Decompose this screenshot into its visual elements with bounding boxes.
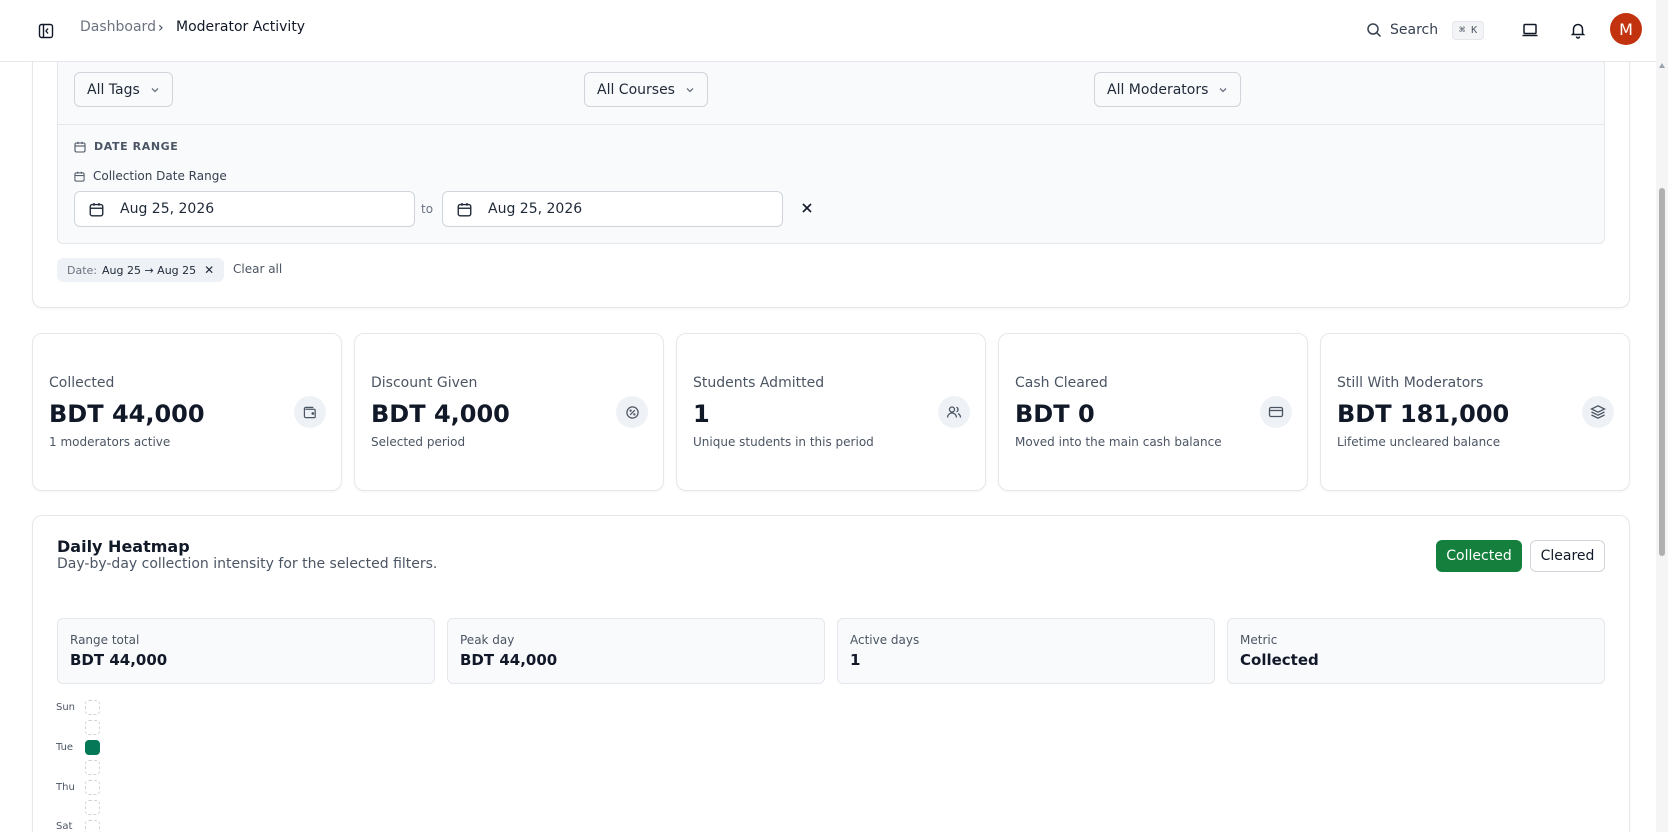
- day-label-sat: Sat: [56, 821, 73, 832]
- toggle-cleared-button[interactable]: Cleared: [1530, 540, 1605, 572]
- moderators-select[interactable]: All Moderators: [1094, 72, 1242, 107]
- search-shortcut: ⌘ K: [1452, 20, 1485, 40]
- summary-label: Metric: [1240, 633, 1278, 647]
- heatmap-cell[interactable]: [85, 820, 100, 832]
- summary-active-days: Active days 1: [837, 618, 1215, 684]
- date-to-label: to: [421, 202, 434, 216]
- heatmap-title: Daily Heatmap: [57, 537, 190, 556]
- stat-card-discount: Discount Given BDT 4,000 Selected period: [354, 333, 664, 491]
- calendar-icon: [457, 202, 472, 216]
- date-to-input[interactable]: Aug 25, 2026: [442, 191, 783, 227]
- laptop-icon[interactable]: [1520, 20, 1540, 40]
- heatmap-cell[interactable]: [85, 800, 100, 815]
- calendar-icon: [89, 202, 104, 216]
- stat-subtitle: Selected period: [371, 435, 466, 449]
- bell-icon[interactable]: [1568, 20, 1588, 40]
- layers-icon: [1582, 396, 1614, 428]
- stat-title: Cash Cleared: [1015, 375, 1108, 391]
- summary-value: BDT 44,000: [70, 651, 168, 669]
- stat-title: Discount Given: [371, 375, 478, 391]
- date-to-value: Aug 25, 2026: [488, 201, 583, 217]
- summary-metric: Metric Collected: [1227, 618, 1605, 684]
- stat-title: Still With Moderators: [1337, 375, 1484, 391]
- courses-select-label: All Courses: [597, 81, 675, 98]
- tags-select[interactable]: All Tags: [74, 72, 173, 107]
- summary-value: 1: [850, 651, 861, 669]
- moderators-select-label: All Moderators: [1107, 81, 1209, 98]
- search-label: Search: [1390, 22, 1439, 38]
- tags-select-label: All Tags: [87, 81, 140, 98]
- chip-value: Aug 25 → Aug 25: [102, 263, 197, 277]
- day-label-sun: Sun: [56, 702, 76, 713]
- stat-card-students: Students Admitted 1 Unique students in t…: [676, 333, 986, 491]
- clear-all-link[interactable]: Clear all: [233, 262, 282, 276]
- toggle-collected-button[interactable]: Collected: [1436, 540, 1522, 572]
- heatmap-cell-active[interactable]: [85, 740, 100, 755]
- date-range-heading: DATE RANGE: [74, 140, 178, 153]
- date-from-input[interactable]: Aug 25, 2026: [74, 191, 415, 227]
- heatmap-cell[interactable]: [85, 720, 100, 735]
- search-icon: [1367, 23, 1382, 38]
- summary-peak-day: Peak day BDT 44,000: [447, 618, 825, 684]
- stat-subtitle: Unique students in this period: [693, 435, 874, 449]
- date-range-label-text: Collection Date Range: [93, 169, 227, 183]
- day-label-tue: Tue: [56, 742, 74, 753]
- summary-value: BDT 44,000: [460, 651, 558, 669]
- stat-title: Collected: [49, 375, 115, 391]
- stat-value: BDT 0: [1015, 400, 1095, 428]
- heatmap-cell[interactable]: [85, 700, 100, 715]
- stat-card-cash-cleared: Cash Cleared BDT 0 Moved into the main c…: [998, 333, 1308, 491]
- breadcrumb-current: Moderator Activity: [176, 19, 306, 35]
- stat-card-collected: Collected BDT 44,000 1 moderators active: [32, 333, 342, 491]
- stat-subtitle: Moved into the main cash balance: [1015, 435, 1222, 449]
- stat-value: BDT 181,000: [1337, 400, 1510, 428]
- filter-divider: [58, 124, 1604, 125]
- stat-subtitle: 1 moderators active: [49, 435, 171, 449]
- avatar[interactable]: M: [1610, 13, 1642, 45]
- scroll-up-icon[interactable]: [1659, 63, 1665, 68]
- top-bar: Dashboard › Moderator Activity Search ⌘ …: [0, 0, 1656, 62]
- active-filter-chip: Date: Aug 25 → Aug 25 ✕: [57, 258, 225, 282]
- summary-label: Active days: [850, 633, 920, 647]
- summary-label: Peak day: [460, 633, 515, 647]
- heatmap-cell[interactable]: [85, 760, 100, 775]
- summary-value: Collected: [1240, 651, 1319, 669]
- sidebar-toggle-icon[interactable]: [36, 21, 56, 41]
- chevron-down-icon: [151, 87, 159, 92]
- scrollbar-thumb[interactable]: [1659, 188, 1665, 556]
- chip-key: Date:: [67, 263, 97, 277]
- search-button[interactable]: Search ⌘ K: [1366, 17, 1485, 43]
- stat-title: Students Admitted: [693, 375, 825, 391]
- stat-value: 1: [693, 400, 710, 428]
- stat-subtitle: Lifetime uncleared balance: [1337, 435, 1501, 449]
- chip-remove-icon[interactable]: ✕: [204, 263, 214, 277]
- day-label-thu: Thu: [56, 782, 75, 793]
- calendar-icon: [74, 141, 86, 153]
- date-from-value: Aug 25, 2026: [120, 201, 215, 217]
- chevron-down-icon: [1219, 87, 1227, 92]
- credit-card-icon: [1260, 396, 1292, 428]
- summary-range-total: Range total BDT 44,000: [57, 618, 435, 684]
- breadcrumb-dashboard[interactable]: Dashboard: [80, 19, 156, 35]
- date-range-label: Collection Date Range: [74, 169, 227, 183]
- clear-date-icon[interactable]: [800, 201, 814, 215]
- wallet-icon: [294, 396, 326, 428]
- chevron-down-icon: [686, 87, 694, 92]
- date-range-heading-text: DATE RANGE: [94, 140, 179, 153]
- users-icon: [938, 396, 970, 428]
- breadcrumb-separator-icon: ›: [158, 20, 164, 36]
- heatmap-cell[interactable]: [85, 780, 100, 795]
- courses-select[interactable]: All Courses: [584, 72, 708, 107]
- stat-value: BDT 4,000: [371, 400, 510, 428]
- calendar-icon: [74, 171, 85, 182]
- heatmap-description: Day-by-day collection intensity for the …: [57, 556, 438, 572]
- discount-icon: [616, 396, 648, 428]
- stat-value: BDT 44,000: [49, 400, 205, 428]
- stat-card-still-with-moderators: Still With Moderators BDT 181,000 Lifeti…: [1320, 333, 1630, 491]
- summary-label: Range total: [70, 633, 140, 647]
